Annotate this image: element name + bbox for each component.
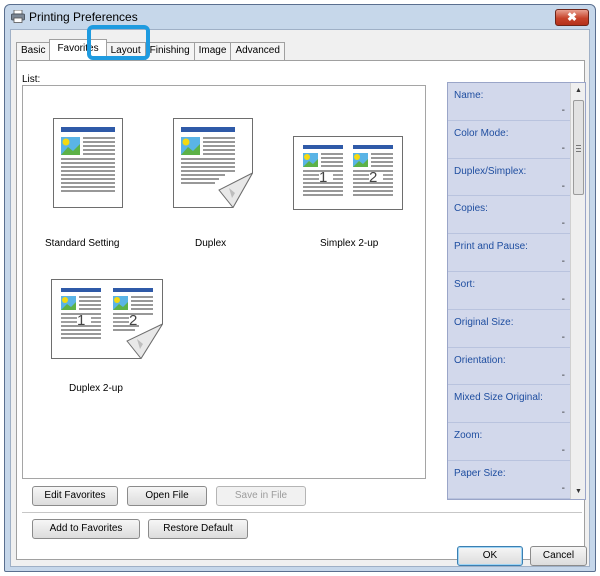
detail-row: Orientation: -	[448, 348, 571, 386]
list-item-label: Duplex	[195, 238, 227, 249]
detail-row: Duplex/Simplex: -	[448, 159, 571, 197]
edit-favorites-button[interactable]: Edit Favorites	[32, 486, 118, 506]
detail-row: Name: -	[448, 83, 571, 121]
page-number-2: 2	[369, 169, 377, 186]
simplex-2up-icon: 1 2	[293, 136, 403, 210]
list-item-duplex-2up[interactable]: 1 2	[51, 279, 164, 360]
cancel-button[interactable]: Cancel	[530, 546, 587, 566]
list-item-label: Simplex 2-up	[320, 238, 379, 249]
dialog-client: Basic Favorites Layout Finishing Image A…	[10, 29, 590, 567]
scroll-down-arrow-icon[interactable]: ▼	[571, 484, 586, 499]
details-list: Name: - Color Mode: - Duplex/Simplex: - Cop…	[448, 83, 571, 499]
detail-name: Duplex/Simplex:	[454, 165, 527, 177]
detail-row: Print and Pause: -	[448, 234, 571, 272]
favorites-tab-highlight	[87, 25, 150, 60]
single-page-icon	[53, 118, 123, 208]
list-item-duplex[interactable]	[173, 118, 254, 209]
detail-row: Zoom: -	[448, 423, 571, 461]
window-title: Printing Preferences	[29, 10, 138, 24]
detail-name: Sort:	[454, 278, 476, 290]
save-in-file-button[interactable]: Save in File	[216, 486, 306, 506]
detail-name: Zoom:	[454, 430, 483, 442]
page-number-1: 1	[77, 312, 85, 329]
detail-value: -	[561, 256, 565, 268]
list-item-label: Standard Setting	[45, 238, 120, 249]
ok-button[interactable]: OK	[457, 546, 523, 566]
detail-value: -	[561, 331, 565, 343]
detail-value: -	[561, 218, 565, 230]
duplex-2up-icon: 1 2	[51, 279, 164, 360]
list-item-standard-setting[interactable]	[53, 118, 123, 208]
detail-value: -	[561, 180, 565, 192]
detail-name: Name:	[454, 90, 484, 101]
detail-name: Color Mode:	[454, 127, 509, 139]
printer-icon	[11, 10, 25, 23]
tab-image[interactable]: Image	[193, 42, 232, 60]
close-button[interactable]: ✖	[555, 9, 589, 26]
scroll-thumb[interactable]	[573, 100, 584, 195]
details-scrollbar[interactable]: ▲ ▼	[570, 83, 585, 499]
page-number-2: 2	[129, 312, 137, 329]
detail-name: Paper Size:	[454, 467, 506, 479]
detail-row: Mixed Size Original: -	[448, 385, 571, 424]
detail-value: -	[561, 407, 565, 419]
tab-advanced[interactable]: Advanced	[230, 42, 285, 60]
printing-preferences-window: Printing Preferences ✖ Basic Favorites L…	[4, 4, 596, 572]
detail-value: -	[561, 293, 565, 305]
open-file-button[interactable]: Open File	[127, 486, 207, 506]
detail-value: -	[561, 445, 565, 457]
detail-value: -	[561, 482, 565, 494]
detail-value: -	[561, 369, 565, 381]
list-item-simplex-2up[interactable]: 1 2	[293, 136, 403, 210]
detail-name: Print and Pause:	[454, 241, 528, 253]
detail-value: -	[561, 142, 565, 154]
page-number-1: 1	[319, 169, 327, 186]
grip-icon	[576, 145, 581, 152]
detail-name: Copies:	[454, 203, 488, 215]
detail-row: Color Mode: -	[448, 121, 571, 159]
detail-name: Orientation:	[454, 354, 506, 366]
list-label: List:	[22, 74, 41, 85]
detail-row: Paper Size: -	[448, 461, 571, 499]
detail-row: Copies: -	[448, 196, 571, 235]
add-to-favorites-button[interactable]: Add to Favorites	[32, 519, 140, 539]
detail-row: Sort: -	[448, 272, 571, 310]
detail-row: Original Size: -	[448, 310, 571, 348]
detail-name: Original Size:	[454, 316, 514, 328]
detail-name: Mixed Size Original:	[454, 392, 543, 404]
restore-default-button[interactable]: Restore Default	[148, 519, 248, 539]
favorite-details-panel[interactable]: Name: - Color Mode: - Duplex/Simplex: - Cop…	[447, 82, 586, 500]
detail-value: -	[561, 105, 565, 116]
separator	[22, 512, 582, 513]
scroll-up-arrow-icon[interactable]: ▲	[571, 83, 586, 98]
list-item-label: Duplex 2-up	[69, 383, 123, 394]
favorites-list[interactable]: Standard Setting Duplex 1 2 Simplex 2-up…	[22, 85, 426, 479]
close-icon: ✖	[566, 10, 578, 24]
tab-finishing[interactable]: Finishing	[144, 42, 195, 60]
tab-basic[interactable]: Basic	[16, 42, 51, 60]
duplex-page-icon	[173, 118, 254, 209]
